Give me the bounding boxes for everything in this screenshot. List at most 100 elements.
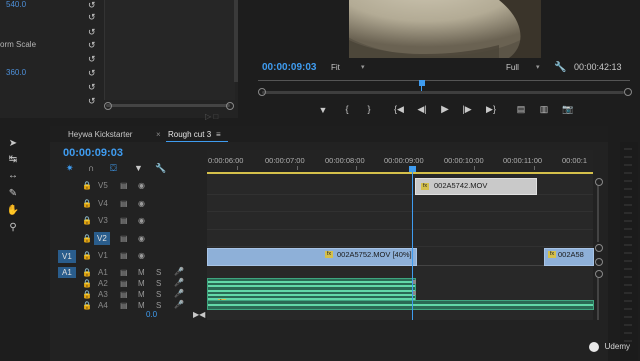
lock-icon[interactable]: 🔒 (82, 268, 92, 277)
scroll-handle-right[interactable] (226, 102, 234, 110)
audio-scrollbar[interactable] (597, 278, 599, 320)
lock-icon[interactable]: 🔒 (82, 181, 92, 190)
sync-lock-icon[interactable]: ▤ (120, 268, 128, 277)
source-patch-v1[interactable]: V1 (58, 250, 76, 263)
mute-button[interactable]: M (138, 301, 145, 310)
scroll-handle-top[interactable] (595, 270, 603, 278)
track-name[interactable]: A1 (98, 268, 108, 277)
lock-icon[interactable]: 🔒 (82, 290, 92, 299)
eye-icon[interactable]: ◉ (138, 251, 145, 260)
tab-menu-icon[interactable]: ≡ (216, 130, 221, 139)
solo-button[interactable]: S (156, 279, 161, 288)
track-name-targeted[interactable]: V2 (94, 232, 110, 245)
video-scrollbar[interactable] (597, 186, 599, 242)
clip-audio-a2-a3[interactable] (207, 278, 416, 302)
microphone-icon[interactable]: 🎤 (174, 278, 184, 287)
sync-lock-icon[interactable]: ▤ (120, 279, 128, 288)
monitor-zoom-bar[interactable] (262, 91, 624, 94)
film-icon[interactable]: ▤ (120, 251, 128, 260)
step-back-icon[interactable]: ◀| (415, 104, 429, 115)
lock-icon[interactable]: 🔒 (82, 199, 92, 208)
scroll-handle-top[interactable] (595, 178, 603, 186)
reset-icon[interactable]: ↺ (88, 40, 98, 50)
lock-icon[interactable]: 🔒 (82, 251, 92, 260)
marker-icon[interactable]: ▼ (316, 105, 330, 115)
solo-button[interactable]: S (156, 290, 161, 299)
microphone-icon[interactable]: 🎤 (174, 289, 184, 298)
film-icon[interactable]: ▤ (120, 234, 128, 243)
zoom-handle-right[interactable] (624, 88, 632, 96)
track-name[interactable]: V4 (98, 199, 108, 208)
lock-icon[interactable]: 🔒 (82, 279, 92, 288)
zoom-handle-left[interactable] (258, 88, 266, 96)
hand-tool-icon[interactable]: ✋ (6, 205, 20, 216)
eye-icon[interactable]: ◉ (138, 234, 145, 243)
eye-icon[interactable]: ◉ (138, 181, 145, 190)
lock-icon[interactable]: 🔒 (82, 234, 92, 243)
mute-button[interactable]: M (138, 279, 145, 288)
reset-icon[interactable]: ↺ (88, 27, 98, 37)
lock-icon[interactable]: 🔒 (82, 301, 92, 310)
eye-icon[interactable]: ◉ (138, 199, 145, 208)
linked-selection-icon[interactable]: ⛋ (110, 163, 117, 174)
filter-icons[interactable]: ▷ □ (205, 112, 218, 121)
export-frame-icon[interactable]: 📷 (561, 104, 575, 115)
track-select-tool-icon[interactable]: ↹ (6, 154, 20, 165)
mute-button[interactable]: M (138, 268, 145, 277)
fit-dropdown[interactable]: Fit ▾ (331, 63, 371, 73)
fx-scrollbar[interactable] (106, 104, 230, 107)
sync-lock-icon[interactable]: ▤ (120, 301, 128, 310)
solo-button[interactable]: S (156, 301, 161, 310)
scroll-handle-top[interactable] (595, 258, 603, 266)
reset-icon[interactable]: ↺ (88, 54, 98, 64)
scroll-handle-bottom[interactable] (595, 244, 603, 252)
scroll-handle-left[interactable] (104, 102, 112, 110)
reset-icon[interactable]: ↺ (88, 82, 98, 92)
resolution-dropdown[interactable]: Full ▾ (506, 63, 546, 73)
monitor-playhead[interactable] (419, 80, 425, 86)
go-to-in-icon[interactable]: {◀ (392, 104, 406, 115)
out-point-icon[interactable]: } (362, 104, 376, 114)
solo-button[interactable]: S (156, 268, 161, 277)
extract-icon[interactable]: ▥ (537, 104, 551, 115)
zoom-tool-icon[interactable]: ⚲ (6, 222, 20, 233)
lift-icon[interactable]: ▤ (514, 104, 528, 115)
go-to-out-icon[interactable]: ▶} (484, 104, 498, 115)
eye-icon[interactable]: ◉ (138, 216, 145, 225)
sync-lock-icon[interactable]: ▤ (120, 290, 128, 299)
track-name[interactable]: A3 (98, 290, 108, 299)
clip-audio-a4[interactable] (207, 300, 594, 310)
clip-v1-next[interactable]: fx 002A58 (544, 248, 594, 266)
track-name[interactable]: V5 (98, 181, 108, 190)
reset-icon[interactable]: ↺ (88, 68, 98, 78)
play-icon[interactable]: ▶ (438, 104, 452, 115)
wrench-icon[interactable]: 🔧 (554, 62, 566, 73)
close-icon[interactable]: × (156, 130, 161, 139)
mute-button[interactable]: M (138, 290, 145, 299)
keyframe-graph-area[interactable] (104, 0, 235, 100)
film-icon[interactable]: ▤ (120, 216, 128, 225)
reset-icon[interactable]: ↺ (88, 96, 98, 106)
anchor-value[interactable]: 360.0 (6, 68, 26, 77)
selection-tool-icon[interactable]: ➤ (6, 138, 20, 149)
step-forward-icon[interactable]: |▶ (460, 104, 474, 115)
film-icon[interactable]: ▤ (120, 199, 128, 208)
snap-icon[interactable]: ∩ (88, 163, 94, 173)
track-name[interactable]: A2 (98, 279, 108, 288)
program-timecode[interactable]: 00:00:09:03 (262, 62, 316, 73)
microphone-icon[interactable]: 🎤 (174, 267, 184, 276)
tab-rough-cut-3[interactable]: Rough cut 3 (168, 130, 211, 139)
tab-heywa-kickstarter[interactable]: Heywa Kickstarter (68, 130, 132, 139)
monitor-time-ruler[interactable] (258, 80, 630, 81)
clip-v5[interactable]: fx 002A5742.MOV (415, 178, 537, 195)
reset-icon[interactable]: ↺ (88, 0, 98, 10)
microphone-icon[interactable]: 🎤 (174, 300, 184, 309)
in-point-icon[interactable]: { (340, 104, 354, 114)
pen-tool-icon[interactable]: ✎ (6, 188, 20, 199)
track-name[interactable]: A4 (98, 301, 108, 310)
timeline-timecode[interactable]: 00:00:09:03 (63, 147, 123, 159)
ripple-edit-tool-icon[interactable]: ↔ (6, 170, 20, 181)
add-marker-icon[interactable]: ▼ (134, 163, 143, 173)
clip-v1-main[interactable]: fx 002A5752.MOV [40%] (207, 248, 417, 266)
fx-vertical-scrollbar[interactable] (234, 0, 238, 82)
